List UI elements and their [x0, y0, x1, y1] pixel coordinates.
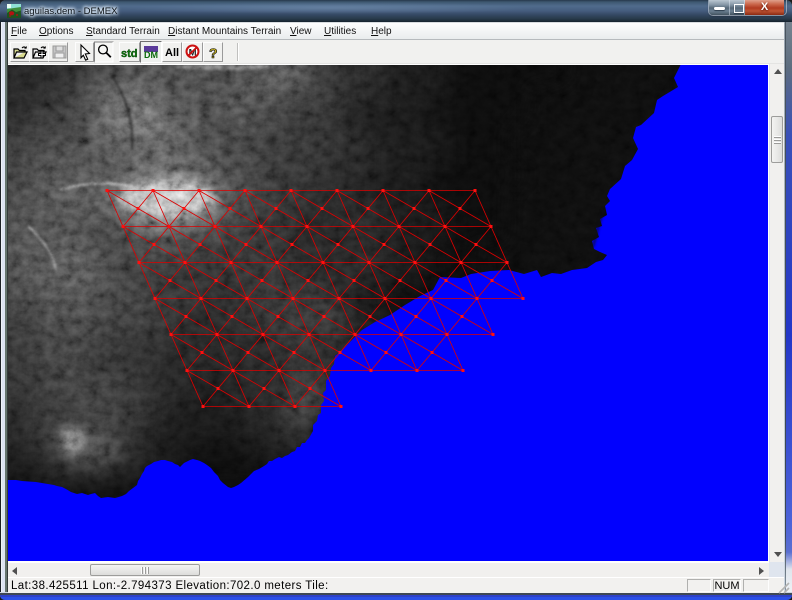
svg-text:?: ?: [209, 45, 218, 61]
svg-text:All: All: [165, 47, 179, 59]
svg-text:DM: DM: [144, 50, 158, 60]
svg-text:std: std: [121, 48, 138, 60]
